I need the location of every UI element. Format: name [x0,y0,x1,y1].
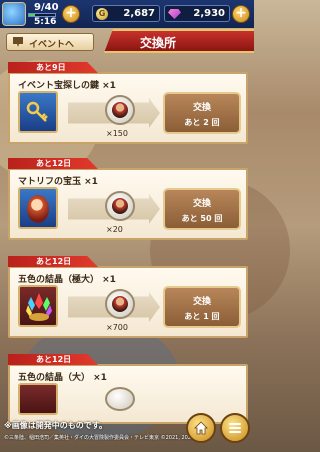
card-body: 五色の結晶（極大） ×1 ×700 交換 あと 1 回 [8,266,248,338]
gem-counter: 2,930 [164,5,230,22]
exchange-item-card: イベント宝探しの鍵 ×1 ×150 交換 あと 2 回 あと9日 [8,62,248,144]
cost-value: ×20 [106,225,123,234]
back-button-label: イベントへ [29,40,75,50]
flag-icon [13,37,23,47]
page-title-banner: 交換所 [104,29,254,53]
time-left-tag: あと12日 [8,158,98,169]
crystal-icon [18,383,58,415]
copyright-text: ©三条陸、稲田浩司／集英社・ダイの大冒険製作委員会・テレビ東京 ©2021, 2… [4,435,194,441]
development-notice: ※画像は開発中のものです。 [4,421,107,430]
card-body: 五色の結晶（大） ×1 [8,364,248,424]
time-left-tag: あと9日 [8,62,98,73]
item-name: 五色の結晶（極大） ×1 [18,275,116,285]
remaining-count: あと 2 回 [184,118,220,127]
event-medal-icon [105,191,135,221]
time-left-tag: あと12日 [8,256,98,267]
event-medal-icon [105,387,135,411]
menu-button[interactable] [220,413,250,443]
back-to-event-button[interactable]: イベントへ [6,33,94,51]
stamina-timer: 5:16 [34,17,57,27]
player-rank-icon [2,2,26,26]
status-bar: 9/40 5:16 + G 2,687 2,930 + [0,0,254,28]
event-medal-icon [105,289,135,319]
item-name: イベント宝探しの鍵 ×1 [18,81,116,91]
exchange-button[interactable]: 交換 あと 50 回 [163,188,241,230]
coin-value: 2,687 [123,8,155,19]
add-stamina-button[interactable]: + [62,5,80,23]
item-name: 五色の結晶（大） ×1 [18,373,107,383]
exchange-button[interactable]: 交換 あと 1 回 [163,286,241,328]
exchange-item-card: マトリフの宝玉 ×1 ×20 交換 あと 50 回 あと12日 [8,158,248,240]
exchange-button[interactable]: 交換 あと 2 回 [163,92,241,134]
exchange-label: 交換 [192,103,211,113]
stamina-value: 9/40 [34,2,59,13]
coin-counter: G 2,687 [92,5,160,22]
key-icon [18,91,58,133]
gem-icon [168,9,181,19]
page-title: 交換所 [140,36,177,50]
cost-value: ×150 [106,129,128,138]
exchange-item-card: 五色の結晶（極大） ×1 ×700 交換 あと 1 回 あと12日 [8,256,248,338]
add-gems-button[interactable]: + [232,5,250,23]
menu-icon [229,423,241,433]
card-body: マトリフの宝玉 ×1 ×20 交換 あと 50 回 [8,168,248,240]
item-name: マトリフの宝玉 ×1 [18,177,98,187]
event-medal-icon [105,95,135,125]
gem-value: 2,930 [193,8,225,19]
home-icon [194,421,208,435]
home-button[interactable] [186,413,216,443]
exchange-item-card: 五色の結晶（大） ×1 あと12日 [8,354,248,424]
coin-icon: G [96,8,108,20]
cost-value: ×700 [106,323,128,332]
orb-icon [18,187,58,229]
card-body: イベント宝探しの鍵 ×1 ×150 交換 あと 2 回 [8,72,248,144]
exchange-label: 交換 [192,199,211,209]
time-left-tag: あと12日 [8,354,98,365]
crystal-icon [18,285,58,327]
remaining-count: あと 1 回 [184,312,220,321]
remaining-count: あと 50 回 [181,214,223,223]
exchange-label: 交換 [192,297,211,307]
